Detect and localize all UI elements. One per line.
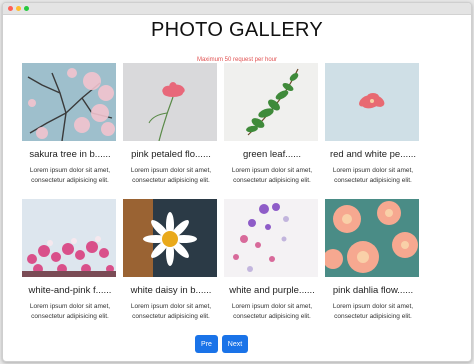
photo-caption: white-and-pink f...... xyxy=(28,285,112,296)
maximize-window-icon[interactable] xyxy=(24,6,29,11)
photo-thumbnail[interactable] xyxy=(123,199,217,277)
photo-caption: pink petaled flo...... xyxy=(131,149,211,160)
red-white-petals-image xyxy=(325,63,419,141)
photo-description: Lorem ipsum dolor sit amet, consectetur … xyxy=(231,167,313,184)
photo-description: Lorem ipsum dolor sit amet, consectetur … xyxy=(332,167,414,184)
photo-card: red and white pe...... Lorem ipsum dolor… xyxy=(325,63,421,186)
sakura-tree-image xyxy=(22,63,116,141)
photo-card: pink dahlia flow...... Lorem ipsum dolor… xyxy=(325,199,421,322)
photo-caption: red and white pe...... xyxy=(329,149,417,160)
photo-thumbnail[interactable] xyxy=(325,63,419,141)
photo-thumbnail[interactable] xyxy=(325,199,419,277)
photo-caption: white daisy in b...... xyxy=(130,285,212,296)
photo-description: Lorem ipsum dolor sit amet, consectetur … xyxy=(130,303,212,320)
photo-card: sakura tree in b...... Lorem ipsum dolor… xyxy=(22,63,118,186)
photo-thumbnail[interactable] xyxy=(123,63,217,141)
next-page-button[interactable]: Next xyxy=(222,335,248,353)
minimize-window-icon[interactable] xyxy=(16,6,21,11)
photo-description: Lorem ipsum dolor sit amet, consectetur … xyxy=(130,167,212,184)
photo-caption: white and purple...... xyxy=(229,285,315,296)
photo-caption: pink dahlia flow...... xyxy=(332,285,414,296)
photo-card: white daisy in b...... Lorem ipsum dolor… xyxy=(123,199,219,322)
photo-description: Lorem ipsum dolor sit amet, consectetur … xyxy=(29,167,111,184)
photo-thumbnail[interactable] xyxy=(224,199,318,277)
pink-flower-image xyxy=(123,63,217,141)
photo-caption: green leaf...... xyxy=(242,149,302,160)
white-purple-flowers-image xyxy=(224,199,318,277)
window-titlebar xyxy=(3,3,471,15)
browser-window: PHOTO GALLERY Maximum 50 request per hou… xyxy=(2,2,472,362)
previous-page-button[interactable]: Pre xyxy=(195,335,218,353)
close-window-icon[interactable] xyxy=(8,6,13,11)
pink-dahlia-image xyxy=(325,199,419,277)
photo-description: Lorem ipsum dolor sit amet, consectetur … xyxy=(29,303,111,320)
photo-thumbnail[interactable] xyxy=(22,199,116,277)
photo-thumbnail[interactable] xyxy=(22,63,116,141)
photo-card: pink petaled flo...... Lorem ipsum dolor… xyxy=(123,63,219,186)
white-daisy-image xyxy=(123,199,217,277)
photo-card: white-and-pink f...... Lorem ipsum dolor… xyxy=(22,199,118,322)
photo-card: green leaf...... Lorem ipsum dolor sit a… xyxy=(224,63,320,186)
photo-thumbnail[interactable] xyxy=(224,63,318,141)
photo-description: Lorem ipsum dolor sit amet, consectetur … xyxy=(332,303,414,320)
white-pink-flowers-image xyxy=(22,199,116,277)
photo-description: Lorem ipsum dolor sit amet, consectetur … xyxy=(231,303,313,320)
green-leaf-image xyxy=(224,63,318,141)
photo-card: white and purple...... Lorem ipsum dolor… xyxy=(224,199,320,322)
photo-caption: sakura tree in b...... xyxy=(29,149,111,160)
page-title: PHOTO GALLERY xyxy=(150,19,324,41)
